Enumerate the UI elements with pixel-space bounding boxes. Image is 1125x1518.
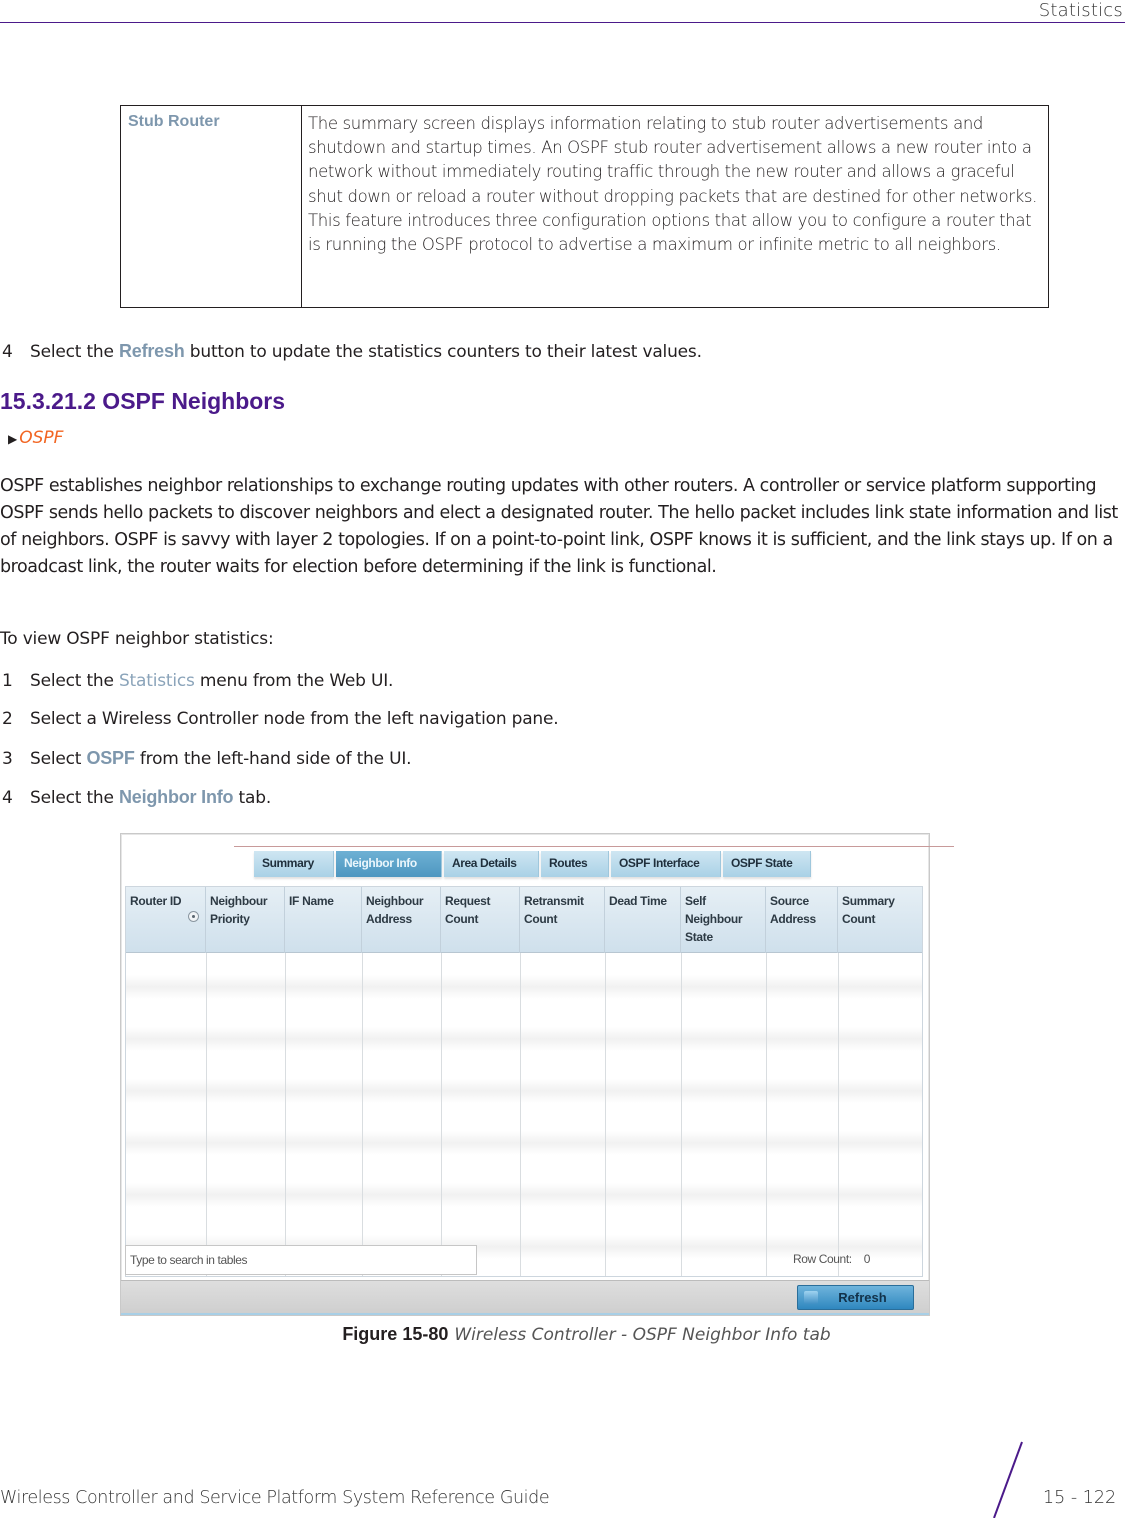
column-header-summary-count[interactable]: Summary Count bbox=[838, 887, 924, 953]
procedure-step: 4 Select the Neighbor Info tab. bbox=[2, 787, 272, 808]
keyword-statistics: Statistics bbox=[118, 671, 195, 691]
column-header-neighbour-address[interactable]: Neighbour Address bbox=[362, 887, 441, 953]
column-divider bbox=[206, 953, 207, 1276]
section-heading: 15.3.21.2 OSPF Neighbors bbox=[0, 388, 286, 414]
column-header-source-address[interactable]: Source Address bbox=[766, 887, 838, 953]
column-divider bbox=[766, 953, 767, 1276]
keyword-neighbor-info: Neighbor Info bbox=[118, 787, 234, 807]
definition-description: The summary screen displays information … bbox=[308, 114, 1038, 255]
figure-number: Figure 15-80 bbox=[342, 1324, 449, 1344]
step-number: 4 bbox=[2, 342, 13, 362]
definition-term: Stub Router bbox=[121, 106, 302, 307]
figure-screenshot: Summary Neighbor Info Area Details Route… bbox=[120, 833, 954, 1316]
figure-caption: Figure 15-80 Wireless Controller - OSPF N… bbox=[0, 1324, 1125, 1345]
row-count-label: Row Count: bbox=[793, 1252, 852, 1266]
procedure-step: 2 Select a Wireless Controller node from … bbox=[2, 709, 559, 729]
header-rule bbox=[0, 22, 1125, 23]
table-body bbox=[126, 953, 922, 1276]
sort-icon[interactable] bbox=[188, 911, 199, 922]
column-divider bbox=[681, 953, 682, 1276]
column-header-neighbour-priority[interactable]: Neighbour Priority bbox=[206, 887, 285, 953]
neighbor-table: Router ID Neighbour Priority IF Name Nei… bbox=[125, 886, 923, 1277]
tab-ospf-state[interactable]: OSPF State bbox=[723, 851, 811, 877]
column-header-self-neighbour-state[interactable]: Self Neighbour State bbox=[681, 887, 766, 953]
column-divider bbox=[441, 953, 442, 1276]
triangle-right-icon: ▶ bbox=[8, 432, 18, 446]
tab-summary[interactable]: Summary bbox=[254, 851, 334, 877]
tab-ospf-interface[interactable]: OSPF Interface bbox=[611, 851, 721, 877]
step-refresh: 4 Select the Refresh button to update the… bbox=[2, 341, 702, 362]
running-header-title: Statistics bbox=[1038, 0, 1123, 21]
row-count: Row Count: 0 bbox=[793, 1252, 870, 1266]
tab-area-details[interactable]: Area Details bbox=[444, 851, 539, 877]
tab-routes[interactable]: Routes bbox=[541, 851, 609, 877]
column-header-if-name[interactable]: IF Name bbox=[285, 887, 362, 953]
column-header-retransmit-count[interactable]: Retransmit Count bbox=[520, 887, 605, 953]
footer-guide-title: Wireless Controller and Service Platform… bbox=[0, 1488, 550, 1508]
column-divider bbox=[838, 953, 839, 1276]
xref-link[interactable]: ▶ OSPF bbox=[8, 428, 63, 448]
procedure-step: 3 Select OSPF from the left-hand side of … bbox=[2, 748, 412, 769]
xref-label: OSPF bbox=[19, 428, 64, 448]
table-search-input[interactable]: Type to search in tables bbox=[125, 1245, 477, 1275]
figure-footer-bar: Refresh bbox=[121, 1280, 929, 1315]
refresh-label: Refresh bbox=[838, 1290, 887, 1305]
definition-table: Stub Router The summary screen displays … bbox=[120, 105, 1049, 308]
tab-neighbor-info[interactable]: Neighbor Info bbox=[336, 851, 442, 877]
column-header-router-id[interactable]: Router ID bbox=[126, 887, 206, 953]
column-divider bbox=[362, 953, 363, 1276]
column-divider bbox=[605, 953, 606, 1276]
refresh-button[interactable]: Refresh bbox=[797, 1285, 914, 1310]
refresh-icon bbox=[804, 1291, 818, 1304]
row-count-value: 0 bbox=[863, 1252, 871, 1266]
column-header-request-count[interactable]: Request Count bbox=[441, 887, 520, 953]
tab-bar: Summary Neighbor Info Area Details Route… bbox=[234, 846, 954, 878]
procedure-step: 1 Select the Statistics menu from the Web… bbox=[2, 671, 394, 691]
procedure-intro: To view OSPF neighbor statistics: bbox=[0, 629, 274, 649]
table-header: Router ID Neighbour Priority IF Name Nei… bbox=[126, 887, 922, 953]
figure-title: Wireless Controller - OSPF Neighbor Info… bbox=[454, 1325, 831, 1345]
intro-paragraph: OSPF establishes neighbor relationships … bbox=[0, 476, 1118, 577]
keyword-ospf: OSPF bbox=[86, 748, 135, 768]
keyword-refresh: Refresh bbox=[118, 341, 185, 361]
column-divider bbox=[285, 953, 286, 1276]
page-number: 15 - 122 bbox=[1043, 1488, 1117, 1508]
footer-slash-decoration bbox=[993, 1441, 1023, 1518]
column-divider bbox=[520, 953, 521, 1276]
column-header-dead-time[interactable]: Dead Time bbox=[605, 887, 681, 953]
